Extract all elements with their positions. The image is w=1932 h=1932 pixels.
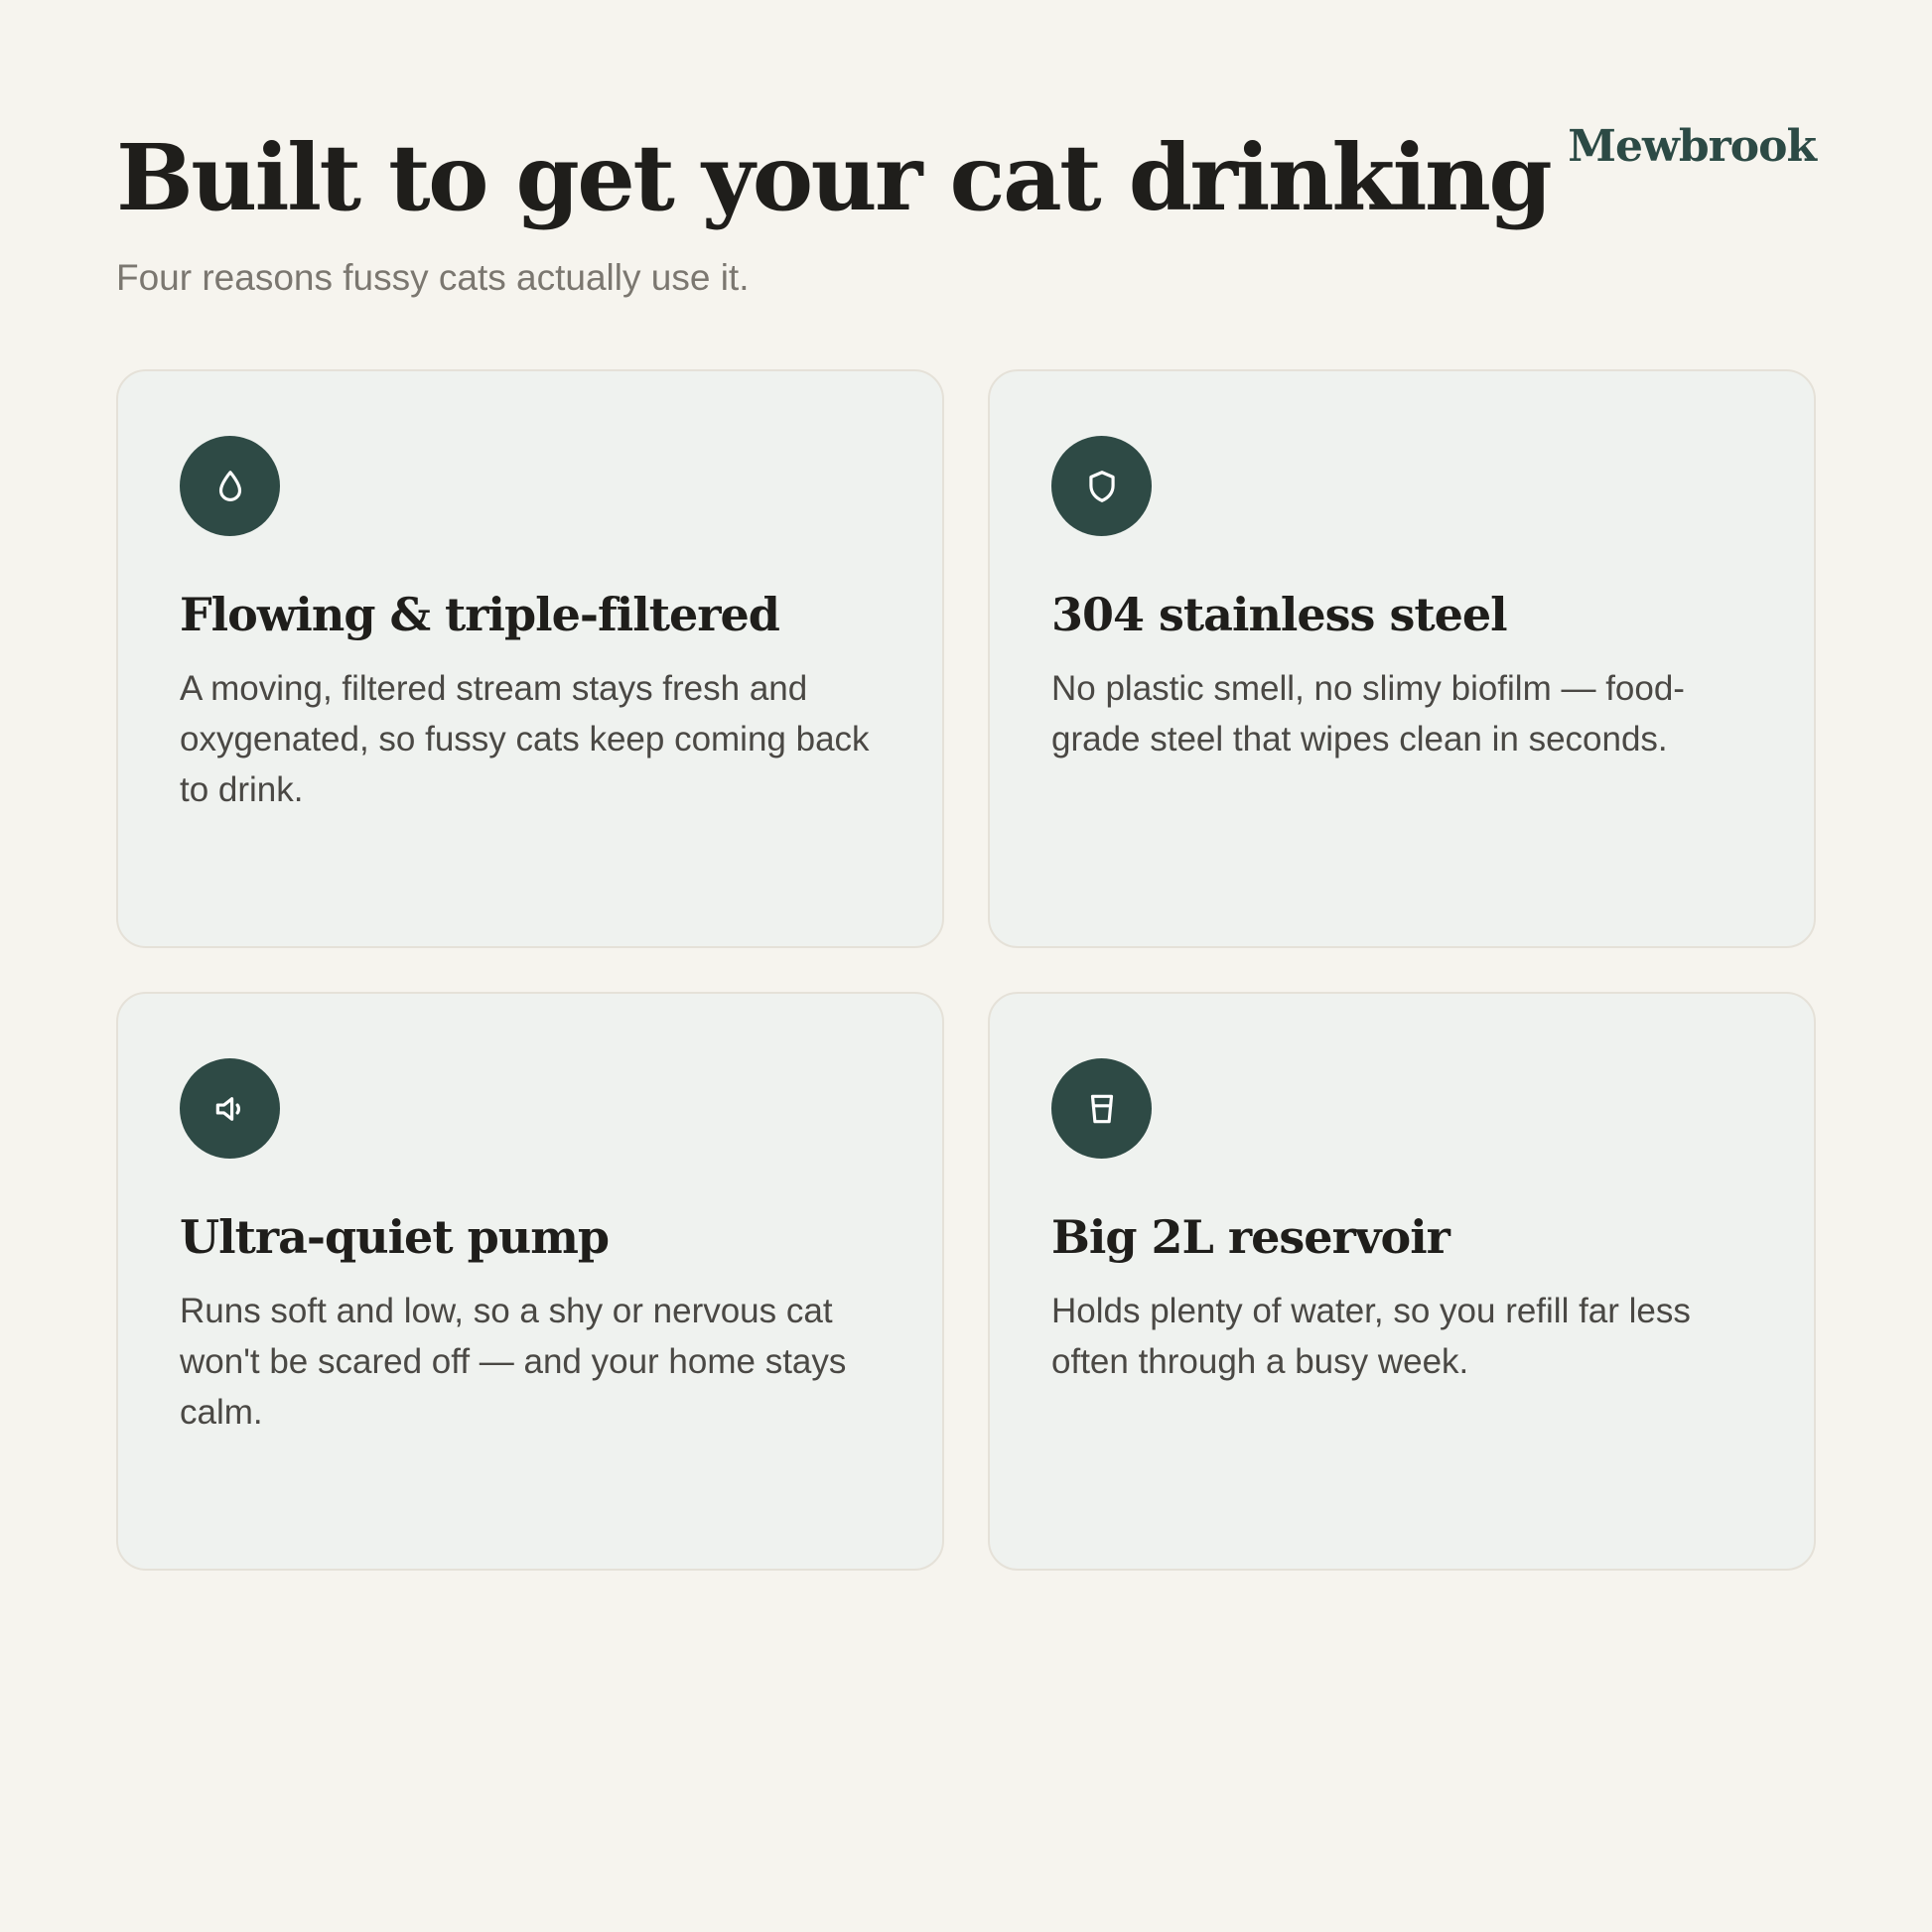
feature-description: Runs soft and low, so a shy or nervous c… (180, 1292, 847, 1432)
feature-card-filtered: Flowing & triple-filtered A moving, filt… (116, 369, 944, 948)
water-drop-icon (180, 436, 280, 536)
feature-description: No plastic smell, no slimy biofilm — foo… (1051, 669, 1685, 759)
brand-logo: Mewbrook (1568, 121, 1817, 172)
water-cup-icon (1051, 1058, 1152, 1159)
feature-card-pump: Ultra-quiet pump Runs soft and low, so a… (116, 992, 944, 1571)
feature-description: Holds plenty of water, so you refill far… (1051, 1292, 1691, 1381)
feature-title: Flowing & triple-filtered (180, 588, 780, 641)
page-title: Built to get your cat drinking (116, 124, 1553, 231)
feature-grid: Flowing & triple-filtered A moving, filt… (116, 369, 1816, 1571)
speaker-quiet-icon (180, 1058, 280, 1159)
feature-title: 304 stainless steel (1051, 588, 1508, 641)
shield-icon (1051, 436, 1152, 536)
page-header: Built to get your cat drinking Four reas… (116, 119, 1816, 300)
feature-description: A moving, filtered stream stays fresh an… (180, 669, 870, 809)
feature-card-steel: 304 stainless steel No plastic smell, no… (988, 369, 1816, 948)
feature-title: Ultra-quiet pump (180, 1210, 610, 1264)
page-subtitle: Four reasons fussy cats actually use it. (116, 257, 750, 298)
feature-card-reservoir: Big 2L reservoir Holds plenty of water, … (988, 992, 1816, 1571)
feature-title: Big 2L reservoir (1051, 1210, 1450, 1264)
